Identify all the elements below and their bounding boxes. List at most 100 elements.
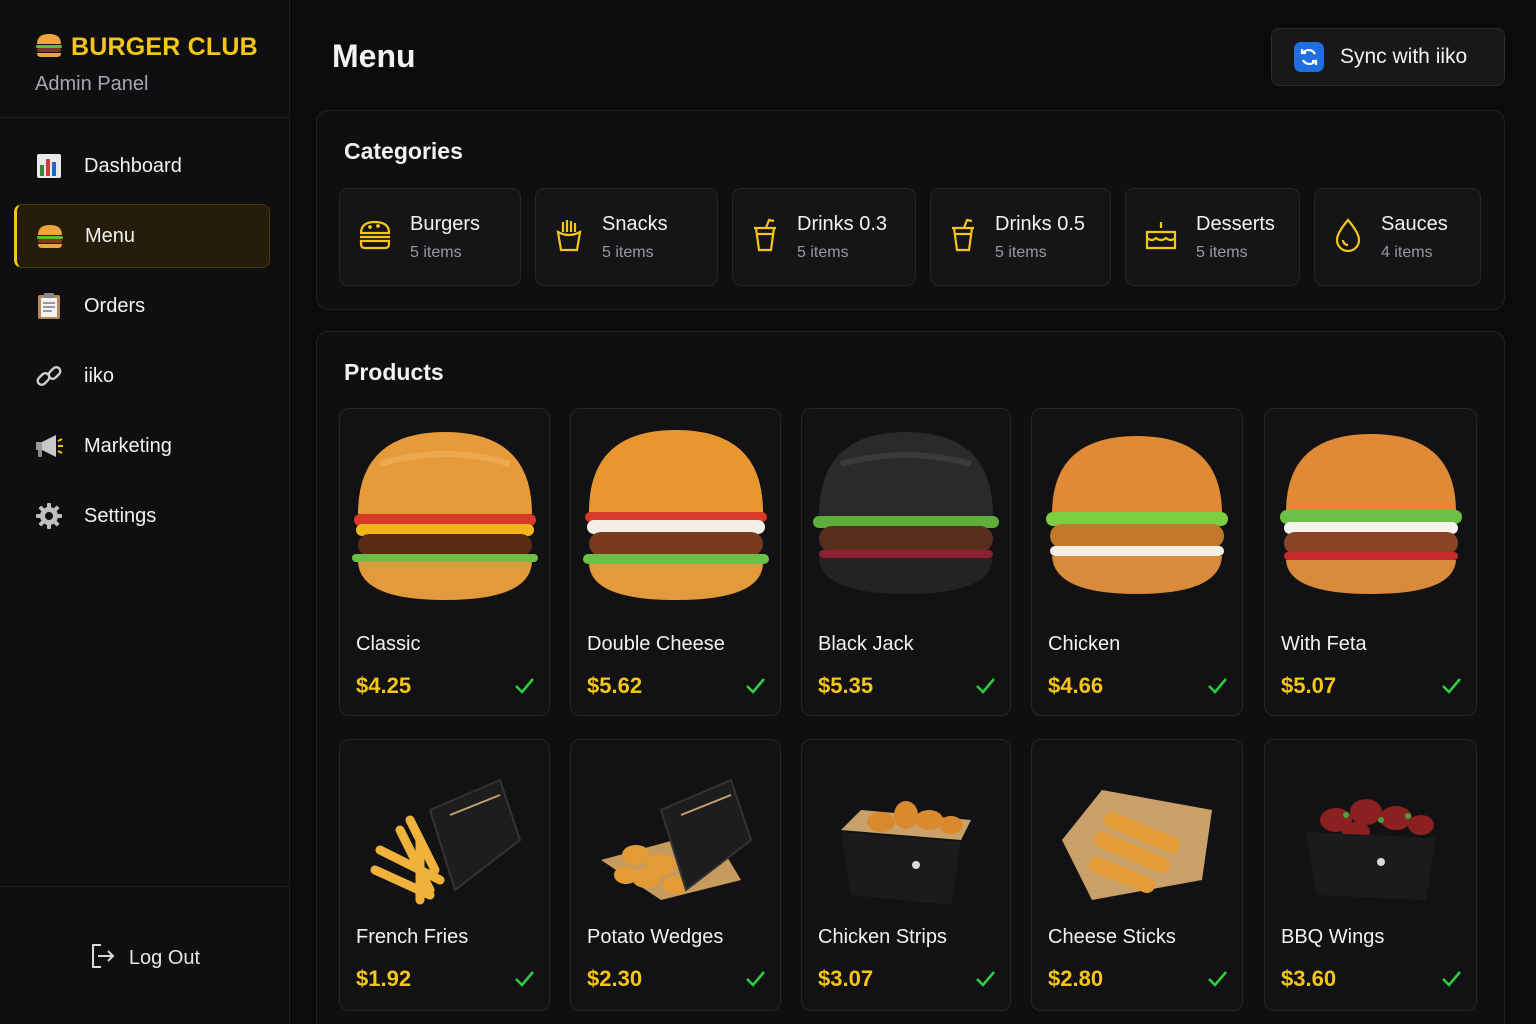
product-price: $2.30 — [587, 966, 643, 991]
product-name: With Feta — [1281, 633, 1367, 655]
category-count: 5 items — [602, 243, 654, 261]
category-snacks[interactable]: Snacks 5 items — [535, 188, 718, 286]
product-price: $4.25 — [356, 673, 412, 698]
product-price: $3.60 — [1281, 966, 1337, 991]
category-burgers[interactable]: Burgers 5 items — [339, 188, 521, 286]
wedges-photo — [571, 750, 780, 930]
check-icon — [746, 971, 765, 987]
category-drinks-03[interactable]: Drinks 0.3 5 items — [732, 188, 916, 286]
logout-button[interactable]: Log Out — [89, 942, 200, 976]
sidebar-item-label: Marketing — [84, 434, 172, 457]
product-name: Chicken — [1048, 633, 1121, 655]
category-count: 5 items — [995, 243, 1047, 261]
check-icon — [1208, 971, 1227, 987]
product-price: $2.80 — [1048, 966, 1104, 991]
product-card-chicken[interactable]: Chicken $4.66 — [1031, 408, 1243, 716]
product-card-classic[interactable]: Classic $4.25 — [339, 408, 550, 716]
page-title: Menu — [332, 38, 416, 74]
product-price: $4.66 — [1048, 673, 1104, 698]
burger-icon — [35, 221, 65, 251]
category-drinks-05[interactable]: Drinks 0.5 5 items — [930, 188, 1111, 286]
product-card-potato-wedges[interactable]: Potato Wedges $2.30 — [570, 739, 781, 1011]
category-list: Burgers 5 items Snacks 5 items Drinks 0.… — [339, 188, 1481, 286]
sidebar-item-dashboard[interactable]: Dashboard — [14, 134, 270, 198]
sidebar-item-orders[interactable]: Orders — [14, 274, 270, 338]
categories-title: Categories — [344, 138, 463, 164]
product-price: $5.62 — [587, 673, 643, 698]
check-icon — [515, 678, 534, 694]
sidebar-footer: Log Out — [0, 886, 289, 1024]
chart-icon — [34, 151, 64, 181]
burger-outline-icon — [358, 219, 392, 256]
cup-icon — [751, 218, 779, 257]
check-icon — [1208, 678, 1227, 694]
wings-photo — [1265, 750, 1476, 930]
product-name: Double Cheese — [587, 633, 725, 655]
product-name: BBQ Wings — [1281, 926, 1385, 948]
burger-photo — [1032, 409, 1242, 619]
sync-label: Sync with iiko — [1340, 45, 1468, 68]
category-count: 4 items — [1381, 243, 1433, 261]
category-name: Burgers — [410, 212, 481, 235]
category-desserts[interactable]: Desserts 5 items — [1125, 188, 1300, 286]
category-name: Snacks — [602, 212, 668, 235]
sidebar-item-label: Dashboard — [84, 154, 182, 177]
check-icon — [976, 971, 995, 987]
burger-photo — [340, 409, 549, 619]
category-count: 5 items — [1196, 243, 1248, 261]
logout-label: Log Out — [128, 947, 201, 969]
product-price: $1.92 — [356, 966, 412, 991]
check-icon — [976, 678, 995, 694]
product-price: $3.07 — [818, 966, 874, 991]
product-card-chicken-strips[interactable]: Chicken Strips $3.07 — [801, 739, 1011, 1011]
check-icon — [515, 971, 534, 987]
product-name: Black Jack — [818, 633, 914, 655]
burger-photo — [571, 409, 780, 619]
fries-icon — [554, 218, 584, 257]
burger-logo-icon — [35, 32, 63, 63]
product-card-bbq-wings[interactable]: BBQ Wings $3.60 — [1264, 739, 1477, 1011]
product-card-black-jack[interactable]: Black Jack $5.35 — [801, 408, 1011, 716]
sidebar: BURGER CLUB Admin Panel Dashboard Menu O… — [0, 0, 290, 1024]
category-name: Sauces — [1381, 212, 1448, 235]
burger-photo — [1265, 409, 1476, 619]
category-sauces[interactable]: Sauces 4 items — [1314, 188, 1481, 286]
product-name: French Fries — [356, 926, 469, 948]
check-icon — [746, 678, 765, 694]
sync-with-iiko-button[interactable]: Sync with iiko — [1271, 28, 1505, 86]
product-card-french-fries[interactable]: French Fries $1.92 — [339, 739, 550, 1011]
sidebar-item-label: Settings — [84, 504, 157, 527]
brand: BURGER CLUB Admin Panel — [0, 0, 289, 118]
category-count: 5 items — [797, 243, 849, 261]
clipboard-icon — [34, 291, 64, 321]
sidebar-item-menu[interactable]: Menu — [14, 204, 270, 268]
sidebar-item-label: Orders — [84, 294, 146, 317]
gear-icon — [34, 501, 64, 531]
product-name: Cheese Sticks — [1048, 926, 1176, 948]
strips-photo — [802, 750, 1010, 930]
sidebar-item-settings[interactable]: Settings — [14, 484, 270, 548]
megaphone-icon — [34, 431, 64, 461]
check-icon — [1442, 971, 1461, 987]
cheese-sticks-photo — [1032, 750, 1242, 930]
logout-icon — [89, 942, 117, 976]
product-card-with-feta[interactable]: With Feta $5.07 — [1264, 408, 1477, 716]
products-title: Products — [344, 359, 444, 385]
category-name: Desserts — [1196, 212, 1275, 235]
sidebar-item-label: iiko — [84, 364, 115, 387]
sidebar-item-iiko[interactable]: iiko — [14, 344, 270, 408]
sync-icon — [1294, 42, 1324, 72]
fries-photo — [340, 750, 549, 930]
categories-panel: Categories Burgers 5 items Snacks 5 item… — [316, 110, 1505, 310]
sidebar-item-marketing[interactable]: Marketing — [14, 414, 270, 478]
cake-icon — [1144, 219, 1178, 256]
sidebar-nav: Dashboard Menu Orders iiko Marketing Set… — [0, 118, 289, 548]
product-name: Potato Wedges — [587, 926, 724, 948]
product-card-cheese-sticks[interactable]: Cheese Sticks $2.80 — [1031, 739, 1243, 1011]
product-price: $5.35 — [818, 673, 874, 698]
black-burger-photo — [802, 409, 1010, 619]
category-count: 5 items — [410, 243, 462, 261]
category-name: Drinks 0.3 — [797, 212, 888, 235]
brand-name: BURGER CLUB — [71, 33, 258, 61]
product-card-double-cheese[interactable]: Double Cheese $5.62 — [570, 408, 781, 716]
